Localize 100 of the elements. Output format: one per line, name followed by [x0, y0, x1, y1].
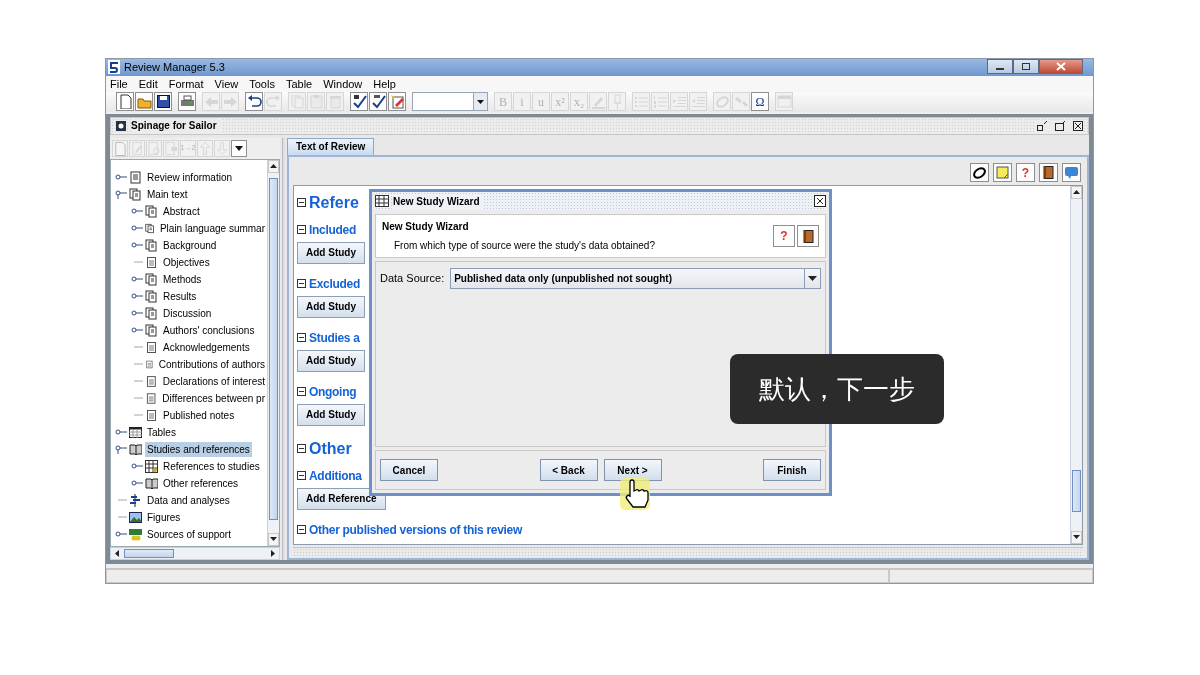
- collapsed-handle-icon[interactable]: [131, 223, 143, 234]
- menu-item[interactable]: File: [110, 75, 128, 92]
- add-button[interactable]: Add Study: [297, 241, 365, 264]
- menu-item[interactable]: Table: [285, 75, 313, 92]
- scroll-up-button[interactable]: [268, 159, 279, 173]
- collapse-icon[interactable]: [297, 444, 306, 454]
- dialog-button[interactable]: Next >: [603, 459, 662, 481]
- maximize-button[interactable]: [1013, 59, 1039, 74]
- minimize-icon[interactable]: [1036, 119, 1048, 132]
- collapsed-handle-icon[interactable]: [131, 206, 143, 217]
- tree-item[interactable]: References to studies: [161, 458, 262, 474]
- scrollbar-thumb[interactable]: [269, 177, 278, 520]
- collapsed-handle-icon[interactable]: [131, 308, 143, 319]
- collapse-icon[interactable]: [297, 333, 306, 343]
- spellcheck-icon: [351, 94, 367, 110]
- tree-item[interactable]: Discussion: [161, 305, 214, 321]
- tree-item[interactable]: Methods: [161, 271, 204, 287]
- toolbar-button[interactable]: [369, 92, 387, 112]
- expanded-handle-icon[interactable]: [115, 189, 127, 200]
- collapsed-handle-icon[interactable]: [115, 529, 127, 540]
- scrollbar-thumb[interactable]: [124, 548, 174, 558]
- toolbar-button[interactable]: [245, 92, 263, 112]
- toolbar-button[interactable]: [231, 139, 247, 157]
- tree-item[interactable]: Differences between pr: [160, 390, 267, 406]
- add-button[interactable]: Add Study: [297, 403, 365, 426]
- add-button[interactable]: Add Study: [297, 349, 365, 372]
- collapsed-handle-icon[interactable]: [131, 291, 143, 302]
- vertical-scrollbar[interactable]: [1070, 185, 1082, 544]
- page-icon: [117, 94, 133, 110]
- add-button[interactable]: Add Reference: [297, 487, 386, 510]
- close-icon[interactable]: [1072, 119, 1084, 132]
- dialog-button[interactable]: < Back: [539, 459, 598, 481]
- scrollbar-thumb[interactable]: [1072, 469, 1081, 512]
- restore-icon[interactable]: [1054, 119, 1066, 132]
- collapsed-handle-icon[interactable]: [131, 274, 143, 285]
- menu-item[interactable]: View: [214, 75, 239, 92]
- menu-item[interactable]: Format: [168, 75, 204, 92]
- tree-item[interactable]: Acknowledgements: [161, 339, 252, 355]
- document-title: Spinage for Sailor: [131, 118, 221, 134]
- tree-item[interactable]: Contributions of authors: [156, 356, 267, 372]
- dialog-prompt: From which type of source were the study's data obtained?: [393, 239, 655, 253]
- scroll-down-button[interactable]: [268, 532, 279, 546]
- vertical-scrollbar[interactable]: [267, 159, 279, 546]
- dialog-button[interactable]: Cancel: [380, 459, 438, 481]
- font-dropdown[interactable]: [412, 92, 488, 112]
- link-icon: [714, 94, 730, 110]
- expanded-handle-icon[interactable]: [115, 444, 127, 455]
- tree-item[interactable]: Data and analyses: [145, 492, 232, 508]
- collapse-icon[interactable]: [297, 471, 306, 481]
- collapsed-handle-icon[interactable]: [131, 478, 143, 489]
- tree-item[interactable]: Review information: [145, 169, 235, 185]
- documents-icon: [145, 323, 158, 337]
- collapsed-handle-icon[interactable]: [131, 461, 143, 472]
- toolbar-button[interactable]: [350, 92, 368, 112]
- tree-item[interactable]: Studies and references: [145, 441, 252, 457]
- tree-item[interactable]: Figures: [145, 509, 183, 525]
- tree-item[interactable]: Main text: [145, 186, 190, 202]
- toolbar-button[interactable]: [154, 92, 172, 112]
- tree-item[interactable]: Abstract: [161, 203, 202, 219]
- tree-item[interactable]: Results: [161, 288, 199, 304]
- toolbar-button[interactable]: [970, 163, 989, 183]
- tab[interactable]: Text of Review: [287, 137, 375, 155]
- tree-item[interactable]: Authors' conclusions: [161, 322, 257, 338]
- collapsed-handle-icon[interactable]: [131, 325, 143, 336]
- data-source-dropdown[interactable]: Published data only (unpublished not sought): [450, 268, 821, 289]
- tree-item[interactable]: Other references: [161, 475, 241, 491]
- close-button[interactable]: [1039, 59, 1083, 74]
- collapse-icon[interactable]: [297, 387, 306, 397]
- collapsed-handle-icon[interactable]: [115, 427, 127, 438]
- close-icon[interactable]: [814, 195, 826, 207]
- collapsed-handle-icon[interactable]: [115, 172, 127, 183]
- scroll-down-button[interactable]: [1071, 530, 1082, 544]
- tree-item[interactable]: Background: [161, 237, 219, 253]
- tree-item[interactable]: Tables: [145, 424, 178, 440]
- scroll-up-button[interactable]: [1071, 185, 1082, 199]
- toolbar-button[interactable]: [1039, 163, 1058, 183]
- tree-item[interactable]: Declarations of interest: [160, 373, 267, 389]
- page-icon: [145, 255, 158, 269]
- menu-item[interactable]: Help: [373, 75, 396, 92]
- add-button[interactable]: Add Study: [297, 295, 365, 318]
- tree-item[interactable]: Published notes: [161, 407, 237, 423]
- collapse-icon[interactable]: [297, 198, 306, 208]
- undo-icon: [246, 94, 262, 110]
- collapse-icon[interactable]: [297, 279, 306, 289]
- minimize-button[interactable]: [987, 59, 1013, 74]
- toolbar-button[interactable]: [797, 225, 819, 247]
- collapse-icon[interactable]: [297, 525, 306, 535]
- format-button[interactable]: Ω: [751, 92, 769, 112]
- forest-plot-icon: [129, 493, 142, 507]
- help-button[interactable]: ?: [773, 225, 795, 247]
- menu-item[interactable]: Window: [323, 75, 363, 92]
- collapse-icon[interactable]: [297, 225, 306, 235]
- dialog-button[interactable]: Finish: [763, 459, 821, 481]
- tree-item[interactable]: Plain language summar: [157, 220, 267, 236]
- tree-item[interactable]: Sources of support: [145, 526, 233, 542]
- menu-item[interactable]: Edit: [138, 75, 158, 92]
- help-button[interactable]: ?: [1016, 163, 1035, 183]
- tree-item[interactable]: Objectives: [161, 254, 212, 270]
- collapsed-handle-icon[interactable]: [131, 240, 143, 251]
- menu-item[interactable]: Tools: [249, 75, 275, 92]
